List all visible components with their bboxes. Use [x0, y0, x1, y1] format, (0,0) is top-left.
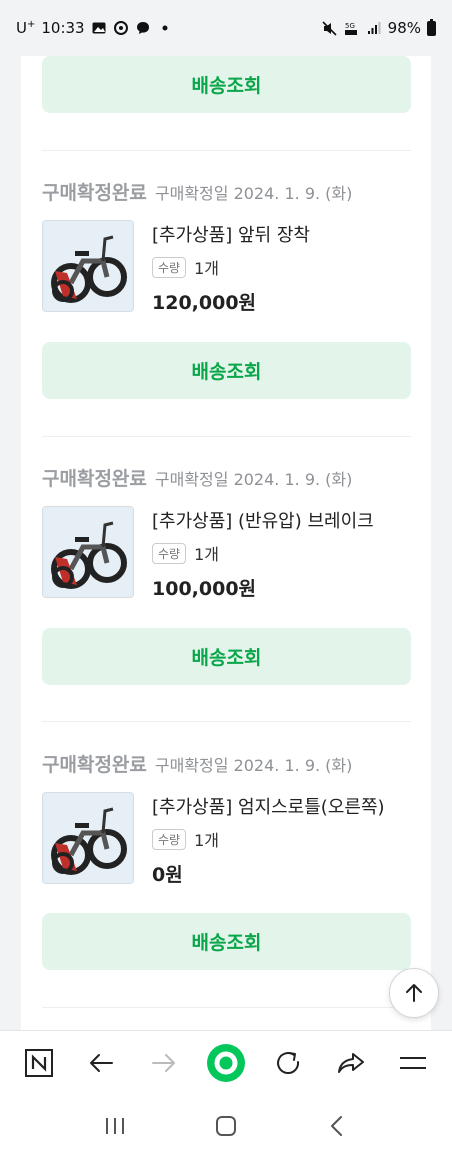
order-date: 구매확정일 2024. 1. 9. (화): [154, 756, 353, 775]
product-name[interactable]: [추가상품] 앞뒤 장착: [152, 221, 310, 247]
forward-arrow-icon: [151, 1053, 175, 1072]
track-delivery-button[interactable]: 배송조회: [42, 628, 411, 685]
divider: [42, 436, 411, 437]
forward-button[interactable]: [142, 1041, 186, 1085]
svg-text:5G: 5G: [345, 22, 355, 30]
gallery-icon: [91, 20, 107, 36]
order-list[interactable]: 배송조회 구매확정완료 구매확정일 2024. 1. 9. (화) [추가상품]…: [21, 56, 431, 1030]
mute-icon: [322, 20, 338, 36]
product-price: 120,000원: [152, 292, 257, 314]
order-date: 구매확정일 2024. 1. 9. (화): [154, 470, 353, 489]
product-thumbnail[interactable]: [42, 220, 134, 312]
menu-button[interactable]: [391, 1041, 435, 1085]
back-icon: [330, 1116, 342, 1136]
track-delivery-button[interactable]: 배송조회: [42, 342, 411, 399]
order-status: 구매확정완료: [42, 182, 147, 204]
order-status: 구매확정완료: [42, 754, 147, 776]
battery-percent: 98%: [387, 19, 421, 37]
order-status: 구매확정완료: [42, 468, 147, 490]
product-price: 0원: [152, 864, 183, 886]
quantity-label: 수량: [152, 256, 187, 278]
quantity-row: 수량 1개: [152, 827, 219, 851]
system-back-button[interactable]: [313, 1102, 361, 1150]
browser-toolbar: [0, 1030, 452, 1094]
quantity-row: 수량 1개: [152, 541, 219, 565]
signal-icon: [366, 20, 382, 36]
quantity-label: 수량: [152, 542, 187, 564]
track-delivery-button[interactable]: 배송조회: [42, 56, 411, 113]
recent-apps-icon: [106, 1118, 125, 1134]
naver-n-icon: [25, 1048, 54, 1077]
naver-home-button[interactable]: [204, 1041, 248, 1085]
quantity-value: 1개: [194, 831, 219, 850]
quantity-value: 1개: [194, 545, 219, 564]
order-header: 구매확정완료 구매확정일 2024. 1. 9. (화): [42, 178, 352, 205]
divider: [42, 150, 411, 151]
arrow-up-icon: [406, 984, 422, 1002]
quantity-value: 1개: [194, 259, 219, 278]
app-notification-icon: [113, 20, 129, 36]
product-name[interactable]: [추가상품] (반유압) 브레이크: [152, 507, 374, 533]
naver-home-icon: [206, 1043, 245, 1082]
track-delivery-button[interactable]: 배송조회: [42, 913, 411, 970]
order-header: 구매확정완료 구매확정일 2024. 1. 9. (화): [42, 750, 352, 777]
menu-icon: [399, 1056, 426, 1069]
back-arrow-icon: [90, 1053, 114, 1072]
dot-icon: [157, 20, 173, 36]
product-thumbnail[interactable]: [42, 792, 134, 884]
quantity-label: 수량: [152, 828, 187, 850]
clock: 10:33: [41, 19, 85, 37]
share-button[interactable]: [329, 1041, 373, 1085]
home-button[interactable]: [202, 1102, 250, 1150]
lte-icon: 5G: [344, 20, 360, 36]
scroll-top-button[interactable]: [389, 968, 439, 1018]
order-header: 구매확정완료 구매확정일 2024. 1. 9. (화): [42, 464, 352, 491]
refresh-button[interactable]: [266, 1041, 310, 1085]
order-date: 구매확정일 2024. 1. 9. (화): [154, 184, 353, 203]
status-bar: U+ 10:33 5G 98%: [0, 0, 452, 56]
product-thumbnail[interactable]: [42, 506, 134, 598]
quantity-row: 수량 1개: [152, 255, 219, 279]
product-price: 100,000원: [152, 578, 257, 600]
naver-n-button[interactable]: [17, 1041, 61, 1085]
share-icon: [337, 1052, 364, 1073]
carrier-label: U+: [16, 19, 36, 37]
refresh-icon: [277, 1051, 300, 1074]
home-icon: [215, 1116, 236, 1136]
recent-apps-button[interactable]: [91, 1102, 139, 1150]
back-button[interactable]: [79, 1041, 123, 1085]
divider: [42, 1007, 411, 1008]
system-nav-bar: [0, 1094, 452, 1158]
battery-icon: [427, 18, 436, 36]
chat-icon: [135, 20, 151, 36]
product-name[interactable]: [추가상품] 엄지스로틀(오른쪽): [152, 793, 385, 819]
divider: [42, 721, 411, 722]
